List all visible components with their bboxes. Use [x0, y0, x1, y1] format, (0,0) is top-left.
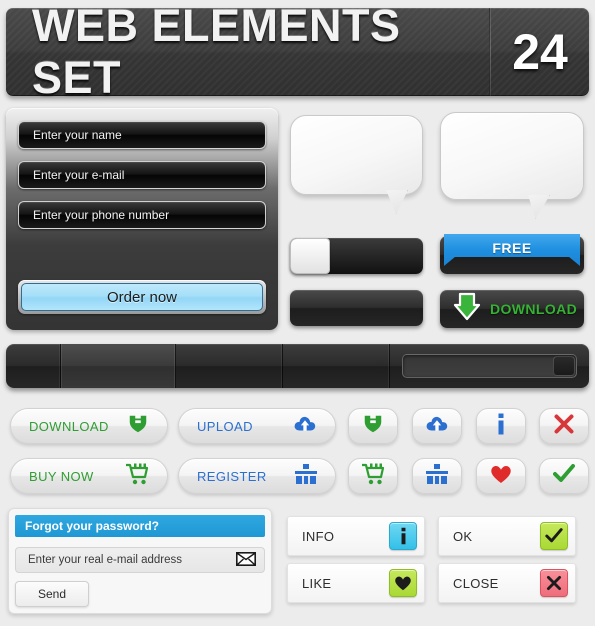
download-pill-label: DOWNLOAD	[29, 418, 109, 434]
cart-icon-button[interactable]	[348, 458, 398, 494]
download-arrow-icon	[452, 292, 482, 327]
speech-bubble-left-tail	[386, 190, 408, 214]
close-icon-button[interactable]	[539, 408, 589, 444]
close-flat-label: CLOSE	[453, 575, 499, 591]
page-title: WEB ELEMENTS SET	[32, 0, 401, 103]
close-flat-button[interactable]: CLOSE	[438, 563, 576, 603]
shopping-cart-icon	[125, 463, 149, 490]
heart-icon	[389, 569, 417, 597]
download-label: DOWNLOAD	[490, 301, 578, 317]
download-pill-button[interactable]: DOWNLOAD	[10, 408, 168, 444]
like-flat-button[interactable]: LIKE	[287, 563, 425, 603]
forgot-password-panel: Forgot your password? Enter your real e-…	[8, 508, 272, 614]
recovery-email-placeholder: Enter your real e-mail address	[28, 554, 183, 566]
upload-cloud-icon	[425, 413, 449, 440]
info-i-icon	[389, 522, 417, 550]
register-pill-label: REGISTER	[197, 468, 267, 484]
speech-bubble-right-tail	[528, 195, 550, 219]
close-x-icon	[540, 569, 568, 597]
forgot-password-title: Forgot your password?	[15, 515, 265, 537]
info-flat-button[interactable]: INFO	[287, 516, 425, 556]
header-number-badge: 24	[512, 24, 568, 80]
check-icon	[553, 463, 575, 489]
nav-segment-active[interactable]	[61, 344, 176, 388]
toggle-knob[interactable]	[290, 238, 330, 274]
search-input[interactable]	[402, 354, 577, 378]
speech-bubble-left	[290, 115, 423, 195]
shopping-cart-icon	[361, 463, 385, 490]
register-icon-button[interactable]	[412, 458, 462, 494]
check-icon	[540, 522, 568, 550]
order-now-button-frame: Order now	[18, 280, 266, 314]
download-shield-icon	[127, 413, 149, 440]
download-dark-button[interactable]: DOWNLOAD	[440, 290, 584, 328]
upload-icon-button[interactable]	[412, 408, 462, 444]
ok-flat-label: OK	[453, 528, 473, 544]
header-banner: WEB ELEMENTS SET 24	[6, 0, 589, 103]
register-blocks-icon	[426, 463, 448, 489]
check-icon-button[interactable]	[539, 458, 589, 494]
heart-icon-button[interactable]	[476, 458, 526, 494]
phone-field[interactable]: Enter your phone number	[18, 201, 266, 229]
name-field[interactable]: Enter your name	[18, 121, 266, 149]
register-pill-button[interactable]: REGISTER	[178, 458, 336, 494]
download-shield-icon	[362, 413, 384, 440]
buy-now-pill-button[interactable]: BUY NOW	[10, 458, 168, 494]
upload-cloud-icon	[293, 413, 317, 440]
like-flat-label: LIKE	[302, 575, 332, 591]
download-icon-button[interactable]	[348, 408, 398, 444]
order-form-panel: Enter your name Enter your e-mail Enter …	[6, 108, 278, 330]
upload-pill-button[interactable]: UPLOAD	[178, 408, 336, 444]
nav-search-zone	[390, 344, 589, 388]
blank-dark-button[interactable]	[290, 290, 423, 326]
ui-kit-page: WEB ELEMENTS SET 24 Enter your name Ente…	[0, 0, 595, 626]
upload-pill-label: UPLOAD	[197, 418, 253, 434]
email-field[interactable]: Enter your e-mail	[18, 161, 266, 189]
recovery-email-input[interactable]: Enter your real e-mail address	[15, 547, 265, 573]
ok-flat-button[interactable]: OK	[438, 516, 576, 556]
speech-bubble-right	[440, 112, 584, 200]
toggle-switch[interactable]	[290, 238, 423, 274]
search-button[interactable]	[553, 356, 575, 376]
navigation-bar	[6, 344, 589, 388]
info-i-icon	[494, 413, 508, 440]
order-now-button[interactable]: Order now	[21, 283, 263, 311]
buy-now-pill-label: BUY NOW	[29, 468, 94, 484]
envelope-icon	[236, 551, 256, 569]
info-icon-button[interactable]	[476, 408, 526, 444]
info-flat-label: INFO	[302, 528, 335, 544]
nav-segment-1[interactable]	[6, 344, 61, 388]
nav-segment-4[interactable]	[283, 344, 390, 388]
register-blocks-icon	[295, 463, 317, 489]
nav-segment-3[interactable]	[176, 344, 283, 388]
close-x-icon	[554, 414, 574, 439]
send-button[interactable]: Send	[15, 581, 89, 607]
heart-icon	[490, 464, 512, 489]
